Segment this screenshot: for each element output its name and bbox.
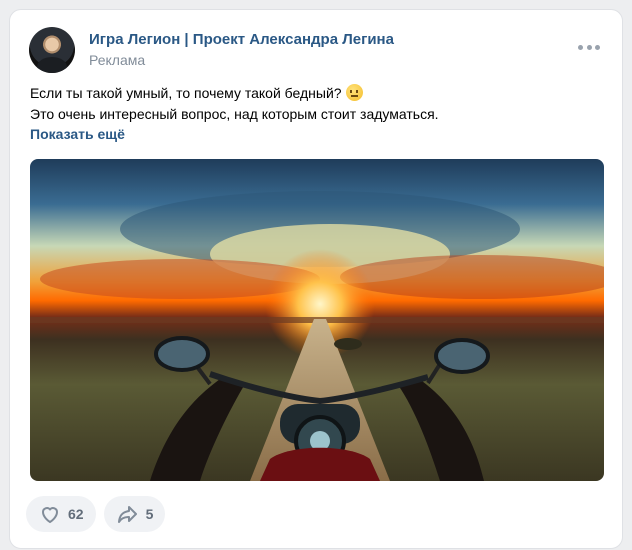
- post-text-line-1: Если ты такой умный, то почему такой бед…: [30, 85, 342, 101]
- author-avatar[interactable]: [29, 27, 75, 73]
- show-more-link[interactable]: Показать ещё: [30, 126, 125, 142]
- heart-icon: [41, 507, 59, 524]
- motorcycle-sunset-illustration: [30, 191, 604, 481]
- author-name[interactable]: Игра Легион | Проект Александра Легина: [89, 31, 394, 48]
- ad-label: Реклама: [89, 52, 146, 68]
- post-card: Игра Легион | Проект Александра Легина Р…: [9, 9, 623, 549]
- post-text: Если ты такой умный, то почему такой бед…: [30, 83, 600, 125]
- post-actions: 62 5: [26, 496, 166, 532]
- neutral-face-emoji-icon: [345, 84, 363, 101]
- share-arrow-icon: [117, 506, 137, 523]
- more-options-icon[interactable]: [578, 42, 600, 52]
- share-button[interactable]: 5: [103, 496, 166, 532]
- share-count: 5: [145, 506, 154, 522]
- like-button[interactable]: 62: [26, 496, 96, 532]
- post-text-line-2: Это очень интересный вопрос, над которым…: [30, 106, 439, 122]
- like-count: 62: [68, 506, 84, 522]
- post-image[interactable]: [30, 159, 604, 481]
